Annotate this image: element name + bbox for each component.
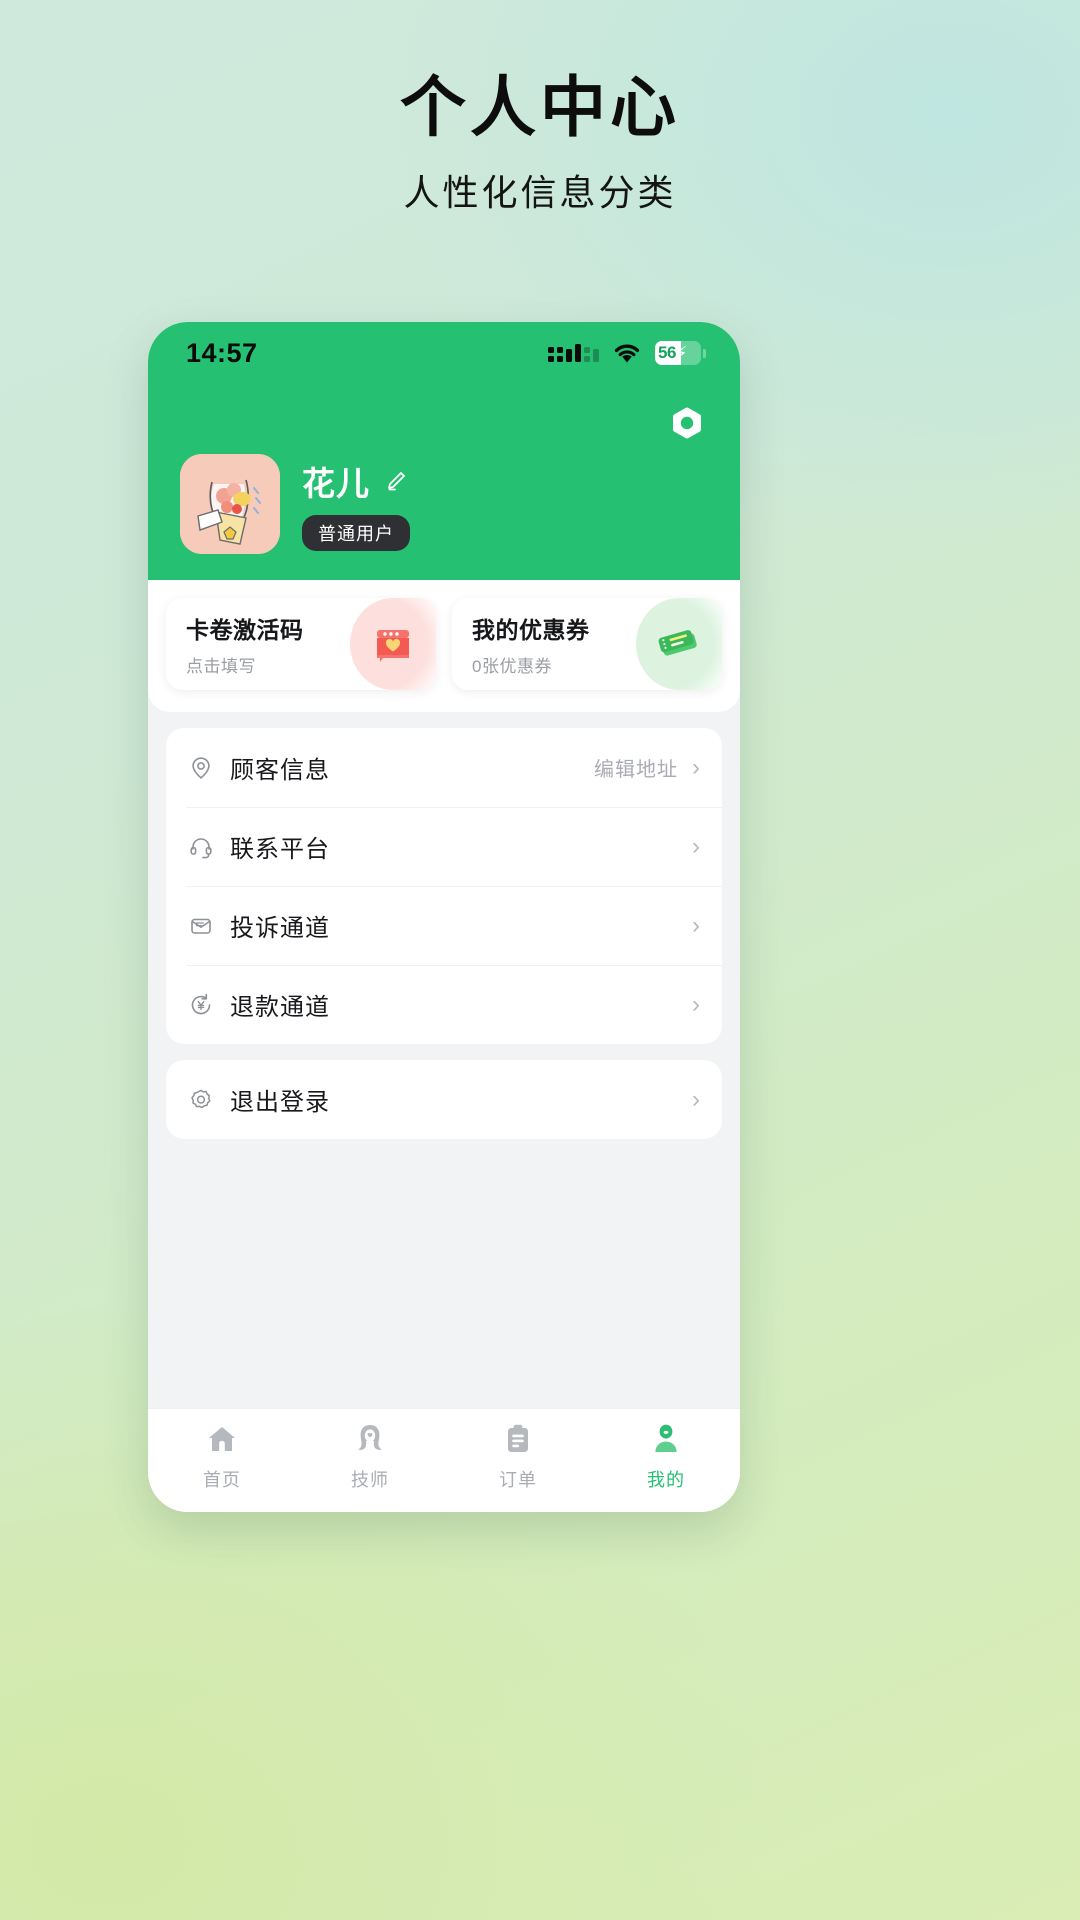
- phone-mockup: 14:57 56 ⚡ 花儿 普通用户 卡卷激活码 点击填写 我的优惠券 0张优惠…: [148, 322, 740, 1512]
- menu-item-label: 顾客信息: [230, 757, 330, 784]
- refund-yuan-icon: [186, 990, 216, 1020]
- edit-pencil-icon[interactable]: [384, 469, 408, 493]
- chevron-right-icon: ›: [692, 990, 700, 1018]
- card-subtitle: 点击填写: [186, 657, 256, 676]
- technician-icon: [353, 1419, 387, 1459]
- status-icons: 56 ⚡: [548, 341, 706, 365]
- profile-hero: 14:57 56 ⚡ 花儿 普通用户: [148, 322, 740, 580]
- card-activation-code[interactable]: 卡卷激活码 点击填写: [166, 598, 436, 690]
- card-my-coupons[interactable]: 我的优惠券 0张优惠券: [452, 598, 722, 690]
- signal-bars-icon: [548, 344, 599, 362]
- person-icon: [649, 1419, 683, 1459]
- menu-item-customer-info[interactable]: 顾客信息 编辑地址 ›: [166, 728, 722, 807]
- headset-icon: [186, 832, 216, 862]
- gift-machine-icon: [350, 598, 436, 690]
- settings-hex-icon[interactable]: [664, 400, 710, 446]
- chevron-right-icon: ›: [692, 911, 700, 939]
- menu-item-label: 投诉通道: [230, 915, 330, 942]
- screen-body: 卡卷激活码 点击填写 我的优惠券 0张优惠券 顾客信息 编辑地址 › 联系平台 …: [148, 580, 740, 1512]
- menu-item-complaint-channel[interactable]: 投诉通道 ›: [166, 886, 722, 965]
- location-pin-icon: [186, 753, 216, 783]
- menu-group-account: 退出登录 ›: [166, 1060, 722, 1139]
- status-badge: 普通用户: [302, 515, 410, 551]
- chevron-right-icon: ›: [692, 832, 700, 860]
- tab-home[interactable]: 首页: [148, 1419, 296, 1492]
- coupon-tickets-icon: [636, 598, 722, 690]
- charging-bolt-icon: ⚡: [674, 343, 688, 363]
- chevron-right-icon: ›: [692, 1085, 700, 1113]
- bottom-tab-bar: 首页 技师 订单 我的: [148, 1408, 740, 1512]
- poster-heading: 个人中心 人性化信息分类: [0, 70, 1080, 216]
- tab-label: 首页: [203, 1470, 241, 1490]
- menu-item-hint: 编辑地址: [594, 759, 678, 781]
- menu-item-label: 退款通道: [230, 994, 330, 1021]
- profile-block[interactable]: 花儿 普通用户: [180, 454, 410, 554]
- home-icon: [205, 1419, 239, 1459]
- card-title: 我的优惠券: [472, 617, 590, 643]
- username: 花儿: [302, 465, 370, 502]
- page-title: 个人中心: [400, 70, 680, 144]
- tab-mine[interactable]: 我的: [592, 1419, 740, 1492]
- menu-item-refund-channel[interactable]: 退款通道 ›: [166, 965, 722, 1044]
- menu-item-logout[interactable]: 退出登录 ›: [166, 1060, 722, 1139]
- menu-item-label: 退出登录: [230, 1089, 330, 1116]
- tab-orders[interactable]: 订单: [444, 1419, 592, 1492]
- avatar-bouquet-image[interactable]: [180, 454, 280, 554]
- wifi-icon: [613, 343, 641, 364]
- username-row[interactable]: 花儿: [302, 457, 410, 505]
- menu-item-label: 联系平台: [230, 836, 330, 863]
- quick-cards-strip: 卡卷激活码 点击填写 我的优惠券 0张优惠券: [148, 580, 740, 712]
- card-title: 卡卷激活码: [186, 617, 304, 643]
- status-time: 14:57: [186, 337, 258, 368]
- status-bar: 14:57 56 ⚡: [148, 322, 740, 384]
- card-subtitle: 0张优惠券: [472, 657, 552, 676]
- tab-label: 技师: [351, 1470, 389, 1490]
- menu-group-main: 顾客信息 编辑地址 › 联系平台 › 投诉通道 › 退款通道 ›: [166, 728, 722, 1044]
- envelope-icon: [186, 911, 216, 941]
- page-subtitle: 人性化信息分类: [403, 171, 677, 213]
- battery-percent: 56: [658, 343, 676, 362]
- menu-item-contact-platform[interactable]: 联系平台 ›: [166, 807, 722, 886]
- battery-charging-icon: 56 ⚡: [655, 341, 706, 365]
- chevron-right-icon: ›: [692, 753, 700, 781]
- clipboard-order-icon: [501, 1419, 535, 1459]
- tab-label: 我的: [647, 1470, 685, 1490]
- tab-technician[interactable]: 技师: [296, 1419, 444, 1492]
- gear-icon: [186, 1085, 216, 1115]
- tab-label: 订单: [499, 1470, 537, 1490]
